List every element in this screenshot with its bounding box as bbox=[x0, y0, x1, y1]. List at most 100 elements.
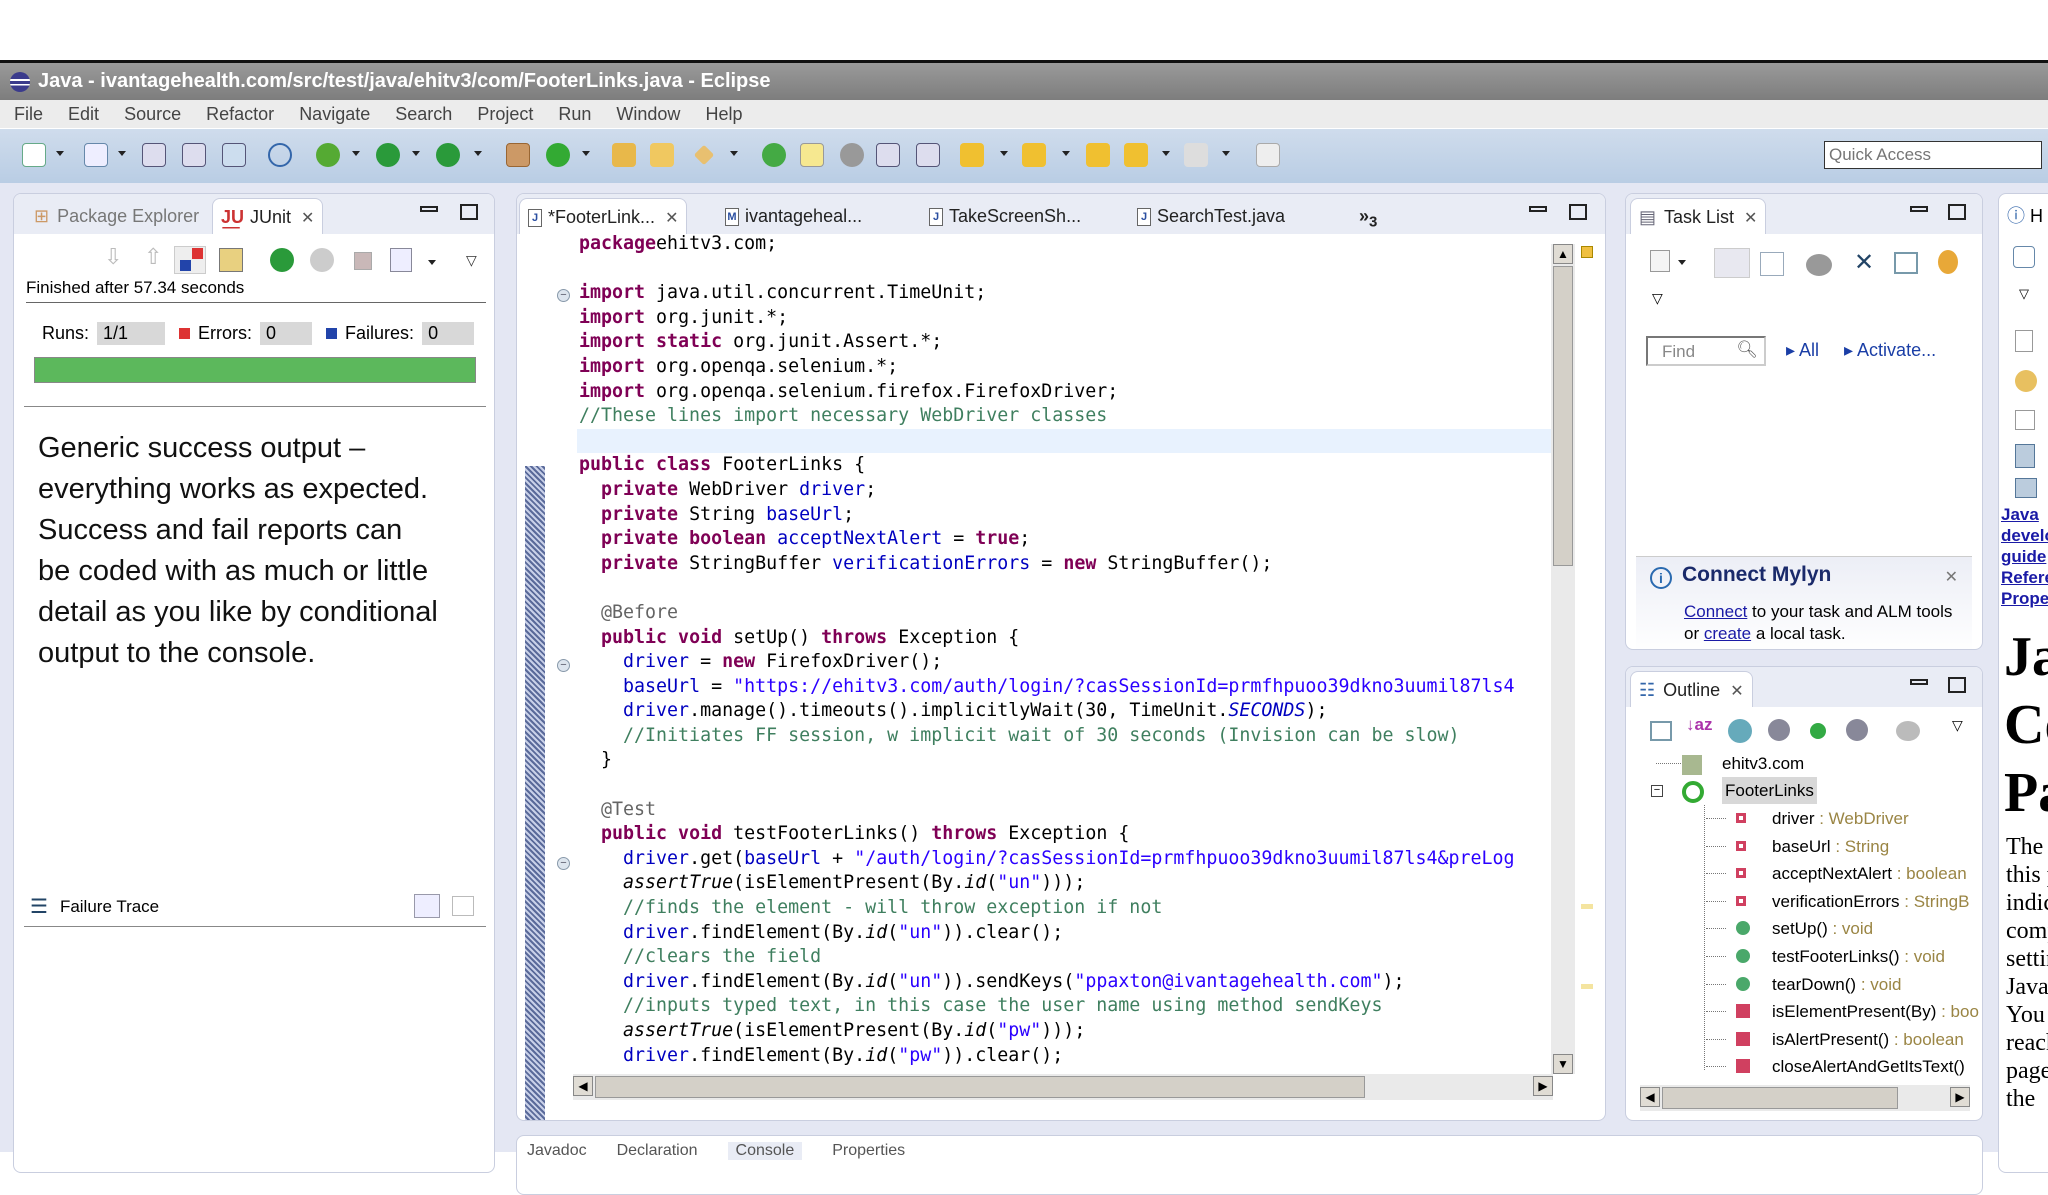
maximize-button[interactable] bbox=[1569, 204, 1587, 220]
bookmarks-icon[interactable] bbox=[2015, 410, 2035, 430]
maximize-button[interactable] bbox=[1948, 677, 1966, 693]
code-line[interactable]: //These lines import necessary WebDriver… bbox=[577, 404, 1561, 429]
toggle-breadcrumb-icon[interactable] bbox=[840, 143, 864, 167]
help-link[interactable]: guide bbox=[2001, 547, 2046, 566]
help-contents-icon[interactable] bbox=[2013, 246, 2035, 268]
code-line[interactable] bbox=[577, 428, 1561, 454]
close-icon[interactable]: ✕ bbox=[1730, 674, 1743, 710]
collapse-toggle-icon[interactable]: − bbox=[1651, 785, 1663, 797]
tab-console[interactable]: Console bbox=[727, 1142, 803, 1160]
hide-non-public-icon[interactable] bbox=[1810, 723, 1826, 739]
menu-file[interactable]: File bbox=[14, 104, 43, 124]
close-icon[interactable]: ✕ bbox=[1744, 201, 1757, 237]
show-whitespace-icon[interactable] bbox=[916, 143, 940, 167]
overview-marker[interactable] bbox=[1581, 984, 1593, 989]
code-line[interactable]: private WebDriver driver; bbox=[577, 478, 1561, 503]
tab-help[interactable]: ⓘ H bbox=[2007, 202, 2043, 228]
scroll-left-arrow[interactable]: ◀ bbox=[1640, 1087, 1660, 1107]
editor-tab-footerlinks[interactable]: J *FooterLink... ✕ bbox=[519, 198, 688, 234]
minimize-button[interactable] bbox=[1910, 679, 1928, 685]
scroll-down-arrow[interactable]: ▼ bbox=[1553, 1054, 1573, 1074]
outline-member[interactable]: tearDown() : void bbox=[1706, 971, 1982, 998]
scroll-right-arrow[interactable]: ▶ bbox=[1533, 1076, 1553, 1096]
history-dropdown-icon[interactable] bbox=[428, 260, 436, 265]
code-line[interactable]: driver.findElement(By.id("pw")).clear(); bbox=[577, 1044, 1561, 1069]
code-area[interactable]: packageehitv3.com; import java.util.concu… bbox=[577, 232, 1561, 1070]
next-failure-icon[interactable]: ⇩ bbox=[104, 244, 122, 270]
close-icon[interactable]: ✕ bbox=[301, 201, 314, 237]
code-line[interactable]: private StringBuffer verificationErrors … bbox=[577, 552, 1561, 577]
close-icon[interactable]: ✕ bbox=[1945, 567, 1958, 587]
contents-icon[interactable] bbox=[2015, 478, 2037, 498]
help-link[interactable]: develo bbox=[2001, 526, 2048, 545]
sort-icon[interactable]: ↓az bbox=[1686, 715, 1712, 735]
code-line[interactable]: packageehitv3.com; bbox=[577, 232, 1561, 257]
debug-icon[interactable] bbox=[316, 143, 340, 167]
view-menu-icon[interactable]: ▽ bbox=[1952, 717, 1963, 734]
index-icon[interactable] bbox=[2015, 444, 2035, 468]
scroll-up-arrow[interactable]: ▲ bbox=[1553, 244, 1573, 264]
view-menu-icon[interactable]: ▽ bbox=[1652, 290, 1663, 307]
menu-help[interactable]: Help bbox=[705, 104, 742, 124]
toggle-mark-occurrences-icon[interactable] bbox=[800, 143, 824, 167]
search-icon[interactable] bbox=[693, 144, 715, 166]
open-task-icon[interactable] bbox=[650, 143, 674, 167]
code-line[interactable]: private boolean acceptNextAlert = true; bbox=[577, 527, 1561, 552]
code-line[interactable] bbox=[577, 576, 1561, 601]
toggle-ant-icon[interactable] bbox=[762, 143, 786, 167]
code-line[interactable]: driver.findElement(By.id("un")).sendKeys… bbox=[577, 970, 1561, 995]
code-line[interactable]: import java.util.concurrent.TimeUnit; bbox=[577, 281, 1561, 306]
minimize-button[interactable] bbox=[1529, 206, 1547, 212]
code-line[interactable]: assertTrue(isElementPresent(By.id("pw"))… bbox=[577, 1019, 1561, 1044]
outline-member[interactable]: closeAlertAndGetItsText() bbox=[1706, 1053, 1982, 1080]
menu-navigate[interactable]: Navigate bbox=[299, 104, 370, 124]
outline-member[interactable]: verificationErrors : StringB bbox=[1706, 888, 1982, 915]
stop-icon[interactable] bbox=[354, 252, 372, 270]
categorized-icon[interactable] bbox=[1714, 248, 1750, 278]
overview-warning-icon[interactable] bbox=[1581, 246, 1593, 258]
vertical-scrollbar[interactable]: ▲ ▼ bbox=[1551, 244, 1575, 1074]
code-line[interactable]: //inputs typed text, in this case the us… bbox=[577, 994, 1561, 1019]
maximize-button[interactable] bbox=[1948, 204, 1966, 220]
outline-member[interactable]: acceptNextAlert : boolean bbox=[1706, 860, 1982, 887]
fold-toggle-icon[interactable]: − bbox=[557, 659, 570, 672]
code-line[interactable]: import org.openqa.selenium.*; bbox=[577, 355, 1561, 380]
code-line[interactable]: assertTrue(isElementPresent(By.id("un"))… bbox=[577, 871, 1561, 896]
tab-junit[interactable]: J͟U JUnit ✕ bbox=[212, 198, 324, 237]
code-line[interactable]: driver.findElement(By.id("pw")).sendKeys… bbox=[577, 1068, 1561, 1070]
code-line[interactable]: baseUrl = "https://ehitv3.com/auth/login… bbox=[577, 675, 1561, 700]
scroll-thumb[interactable] bbox=[1662, 1087, 1898, 1109]
fold-toggle-icon[interactable]: − bbox=[557, 857, 570, 870]
menu-window[interactable]: Window bbox=[616, 104, 680, 124]
last-edit-location-icon[interactable] bbox=[1086, 143, 1110, 167]
menu-source[interactable]: Source bbox=[124, 104, 181, 124]
code-line[interactable] bbox=[577, 257, 1561, 282]
menu-search[interactable]: Search bbox=[395, 104, 452, 124]
tab-outline[interactable]: ☷ Outline ✕ bbox=[1630, 671, 1753, 707]
overview-marker[interactable] bbox=[1581, 904, 1593, 909]
help-link[interactable]: Refere bbox=[2001, 568, 2048, 587]
block-selection-icon[interactable] bbox=[876, 143, 900, 167]
collapse-all-icon[interactable] bbox=[1650, 721, 1672, 741]
minimize-button[interactable] bbox=[420, 206, 438, 212]
help-link[interactable]: Prope bbox=[2001, 589, 2048, 608]
code-line[interactable]: } bbox=[577, 748, 1561, 773]
hide-completed-icon[interactable]: ✕ bbox=[1854, 248, 1874, 277]
code-line[interactable]: import org.junit.*; bbox=[577, 306, 1561, 331]
code-line[interactable]: @Before bbox=[577, 601, 1561, 626]
view-menu-icon[interactable]: ▽ bbox=[2019, 286, 2029, 302]
activate-link[interactable]: ▸ Activate... bbox=[1844, 340, 1936, 361]
fold-toggle-icon[interactable]: − bbox=[557, 289, 570, 302]
hide-local-types-icon[interactable] bbox=[1846, 719, 1868, 741]
run-icon[interactable] bbox=[376, 143, 400, 167]
collapse-all-icon[interactable] bbox=[1894, 252, 1918, 274]
outline-member[interactable]: testFooterLinks() : void bbox=[1706, 943, 1982, 970]
code-line[interactable] bbox=[577, 773, 1561, 798]
scroll-right-arrow[interactable]: ▶ bbox=[1950, 1087, 1970, 1107]
quick-access-input[interactable] bbox=[1824, 141, 2042, 169]
code-line[interactable]: driver.get(baseUrl + "/auth/login/?casSe… bbox=[577, 847, 1561, 872]
rerun-test-icon[interactable] bbox=[270, 248, 294, 272]
hide-fields-icon[interactable] bbox=[1728, 719, 1752, 743]
horizontal-scrollbar[interactable]: ◀ ▶ bbox=[573, 1074, 1553, 1100]
code-line[interactable]: //finds the element - will throw excepti… bbox=[577, 896, 1561, 921]
